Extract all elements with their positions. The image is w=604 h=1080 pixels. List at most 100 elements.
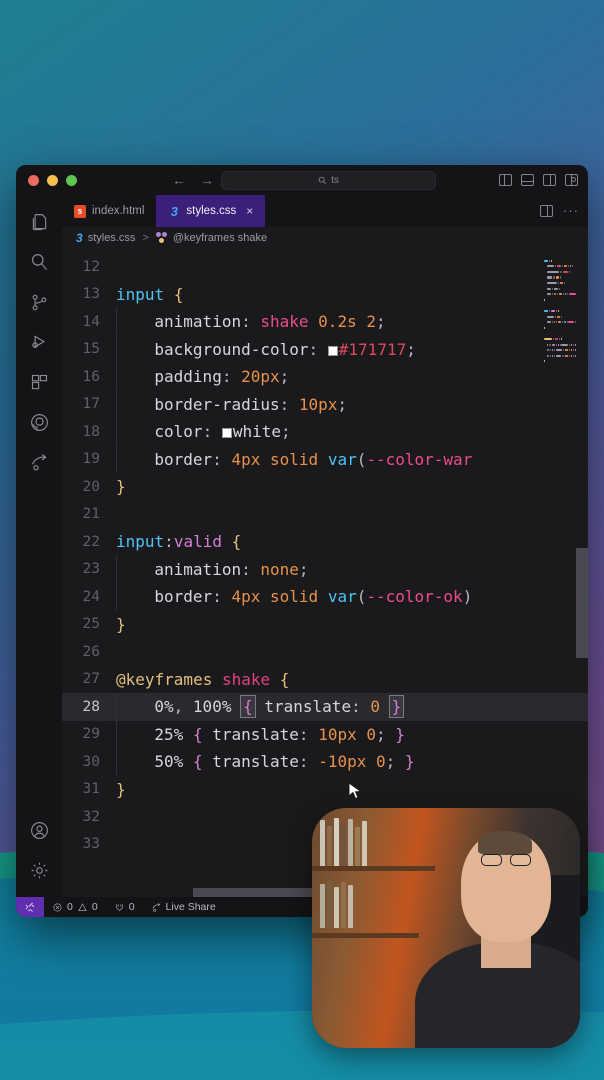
line-number: 24 [82,588,100,605]
source-control-icon[interactable] [28,291,50,313]
minimap-token [566,321,568,324]
code-token: : [212,449,232,469]
minimap-token [549,343,551,346]
code-token: { [231,532,242,552]
tab-styles-css[interactable]: 3 styles.css × [156,195,266,227]
line-content: padding: 20px; [116,363,588,391]
more-actions-icon[interactable]: ··· [563,204,579,217]
toggle-panel-icon[interactable] [521,174,534,186]
code-editor[interactable]: 12 13 input {14 animation: shake 0.2s 2; 15 b… [62,248,588,897]
maximize-window-button[interactable] [66,174,77,186]
code-line[interactable]: 28 0%, 100% { translate: 0 } [62,693,588,721]
minimap-token [544,298,545,301]
css3-icon: 3 [170,203,179,219]
code-line[interactable]: 29 25% { translate: 10px 0; } [62,720,588,749]
minimap-line [542,281,576,286]
code-line[interactable]: 27 @keyframes shake { [62,666,588,694]
line-content: 50% { translate: -10px 0; } [116,748,588,776]
minimap-line [542,343,576,348]
code-token: solid [270,587,319,607]
code-line[interactable]: 20} [62,473,588,501]
code-line[interactable]: 19 border: 4px solid var(--color-war [62,445,588,474]
code-line[interactable]: 30 50% { translate: -10px 0; } [62,748,588,776]
breadcrumb-symbol[interactable]: @keyframes shake [173,232,267,244]
code-line[interactable]: 21 [62,501,588,529]
code-line[interactable]: 24 border: 4px solid var(--color-ok) [62,583,588,611]
explorer-icon[interactable] [28,211,50,233]
forward-arrow-icon[interactable]: → [200,172,214,188]
minimap-token [551,343,555,346]
vertical-scrollbar[interactable] [576,248,588,897]
indent-guide [116,390,117,418]
books-row [320,817,368,866]
code-token: ; [385,752,405,772]
code-line[interactable]: 16 padding: 20px; [62,363,588,391]
toggle-secondary-sidebar-icon[interactable] [543,174,556,186]
code-line[interactable]: 14 animation: shake 0.2s 2; [62,308,588,336]
code-token: translate [264,697,352,717]
tab-index-html[interactable]: 5 index.html [62,195,157,227]
customize-layout-icon[interactable] [565,174,578,186]
account-icon[interactable] [28,819,50,841]
indent-guide [116,693,117,721]
remote-indicator-button[interactable] [16,897,44,917]
status-ports[interactable]: 0 [106,901,143,913]
code-line[interactable]: 17 border-radius: 10px; [62,390,588,419]
minimap-token [553,321,556,324]
indent-guide [116,720,117,748]
color-swatch[interactable] [327,345,338,356]
close-tab-icon[interactable]: × [246,204,253,218]
minimap[interactable] [542,248,577,897]
minimap-line [542,293,577,297]
minimap-token [560,281,564,285]
minimap-token [564,354,569,357]
minimap-token [562,293,564,296]
search-icon[interactable] [28,251,50,273]
indent-guide [116,555,117,583]
github-icon[interactable] [28,411,50,433]
code-line[interactable]: 31} [62,776,588,804]
code-line[interactable]: 23 animation: none; [62,555,588,584]
live-share-icon[interactable] [28,451,50,473]
close-window-button[interactable] [28,174,39,186]
code-token: translate [212,724,299,744]
webcam-overlay[interactable] [312,808,580,1048]
code-token: 4px [231,449,261,469]
split-editor-icon[interactable] [540,205,553,217]
toggle-primary-sidebar-icon[interactable] [499,174,512,186]
code-line[interactable]: 26 [62,638,588,666]
code-line[interactable]: 12 [62,253,588,281]
code-line[interactable]: 18 color: white; [62,418,588,446]
code-token: { [173,284,184,304]
minimap-line [542,337,576,342]
code-line[interactable]: 25} [62,611,588,639]
breadcrumb-file[interactable]: styles.css [88,232,136,244]
run-and-debug-icon[interactable] [28,331,50,353]
vertical-scrollbar-thumb[interactable] [576,548,588,658]
minimap-token [555,343,557,346]
extensions-icon[interactable] [28,371,50,393]
color-swatch[interactable] [221,428,232,439]
status-live-share[interactable]: Live Share [143,901,224,913]
quick-search-input[interactable]: ts [221,170,436,190]
minimap-token [556,293,558,296]
minimap-token [553,293,556,296]
minimize-window-button[interactable] [47,174,58,186]
status-problems[interactable]: 0 0 [44,901,106,913]
minimap-token [559,276,561,279]
code-line[interactable]: 22 input:valid { [62,528,588,556]
code-token: { [192,724,203,744]
line-number: 18 [82,423,100,440]
line-number: 31 [82,781,100,798]
back-arrow-icon[interactable]: ← [172,172,186,188]
minimap-line [542,259,576,264]
live-share-label: Live Share [165,901,216,913]
line-number: 15 [82,341,100,358]
code-line[interactable]: 13 input { [62,281,588,309]
minimap-token [562,321,563,324]
minimap-token [571,343,573,346]
settings-gear-icon[interactable] [28,859,50,881]
code-line[interactable]: 15 background-color: #171717; [62,335,588,364]
